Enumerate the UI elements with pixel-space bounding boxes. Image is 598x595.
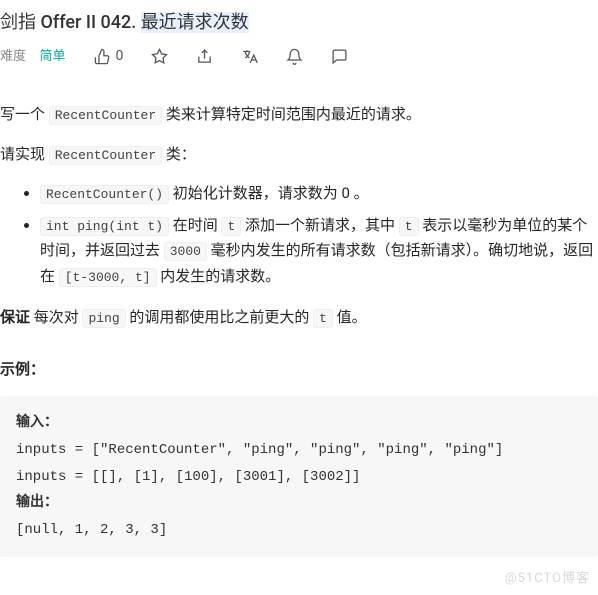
code-method: int ping(int t)	[40, 217, 169, 236]
favorite-button[interactable]	[151, 48, 168, 65]
watermark: @51CTO博客	[505, 568, 590, 590]
problem-title: 剑指 Offer II 042. 最近请求次数	[0, 8, 598, 39]
notify-button[interactable]	[286, 48, 303, 65]
feedback-button[interactable]	[331, 48, 348, 65]
difficulty-value: 简单	[40, 49, 66, 64]
translate-button[interactable]	[241, 48, 258, 65]
code-constructor: RecentCounter()	[40, 185, 169, 204]
code-range: [t-3000, t]	[59, 268, 157, 287]
code-param: t	[399, 217, 419, 236]
like-count: 0	[116, 45, 124, 69]
code-classname: RecentCounter	[49, 106, 162, 125]
example-line: [null, 1, 2, 3, 3]	[16, 522, 167, 538]
thumbs-up-icon	[94, 48, 111, 65]
code-value: 3000	[164, 242, 207, 261]
star-icon	[151, 48, 168, 65]
bell-icon	[286, 48, 303, 65]
method-list: RecentCounter() 初始化计数器，请求数为 0 。 int ping…	[0, 181, 598, 289]
code-classname: RecentCounter	[49, 146, 162, 165]
difficulty-block: 难度 简单	[0, 45, 66, 69]
share-button[interactable]	[196, 48, 213, 65]
list-item: RecentCounter() 初始化计数器，请求数为 0 。	[40, 181, 598, 207]
paragraph-guarantee: 保证 每次对 ping 的调用都使用比之前更大的 t 值。	[0, 305, 598, 331]
paragraph-intro: 写一个 RecentCounter 类来计算特定时间范围内最近的请求。	[0, 102, 598, 128]
example-block: 输入： inputs = ["RecentCounter", "ping", "…	[0, 396, 598, 557]
problem-header: 剑指 Offer II 042. 最近请求次数 难度 简单 0	[0, 0, 598, 84]
example-line: inputs = ["RecentCounter", "ping", "ping…	[16, 442, 503, 458]
example-output-label: 输出：	[16, 495, 58, 511]
meta-row: 难度 简单 0	[0, 39, 598, 79]
problem-content: 写一个 RecentCounter 类来计算特定时间范围内最近的请求。 请实现 …	[0, 84, 598, 557]
like-button[interactable]: 0	[94, 45, 124, 69]
example-label: 示例：	[0, 357, 598, 383]
code-param: t	[313, 309, 333, 328]
comment-icon	[331, 48, 348, 65]
code-param: t	[221, 217, 241, 236]
example-line: inputs = [[], [1], [100], [3001], [3002]…	[16, 469, 360, 485]
translate-icon	[241, 48, 258, 65]
paragraph-implement: 请实现 RecentCounter 类：	[0, 142, 598, 168]
difficulty-label: 难度	[0, 49, 26, 64]
title-prefix: 剑指 Offer II 042.	[0, 12, 141, 33]
share-icon	[196, 48, 213, 65]
list-item: int ping(int t) 在时间 t 添加一个新请求，其中 t 表示以毫秒…	[40, 213, 598, 290]
code-method: ping	[82, 309, 125, 328]
title-highlight: 最近请求次数	[141, 12, 249, 33]
example-input-label: 输入：	[16, 415, 58, 431]
